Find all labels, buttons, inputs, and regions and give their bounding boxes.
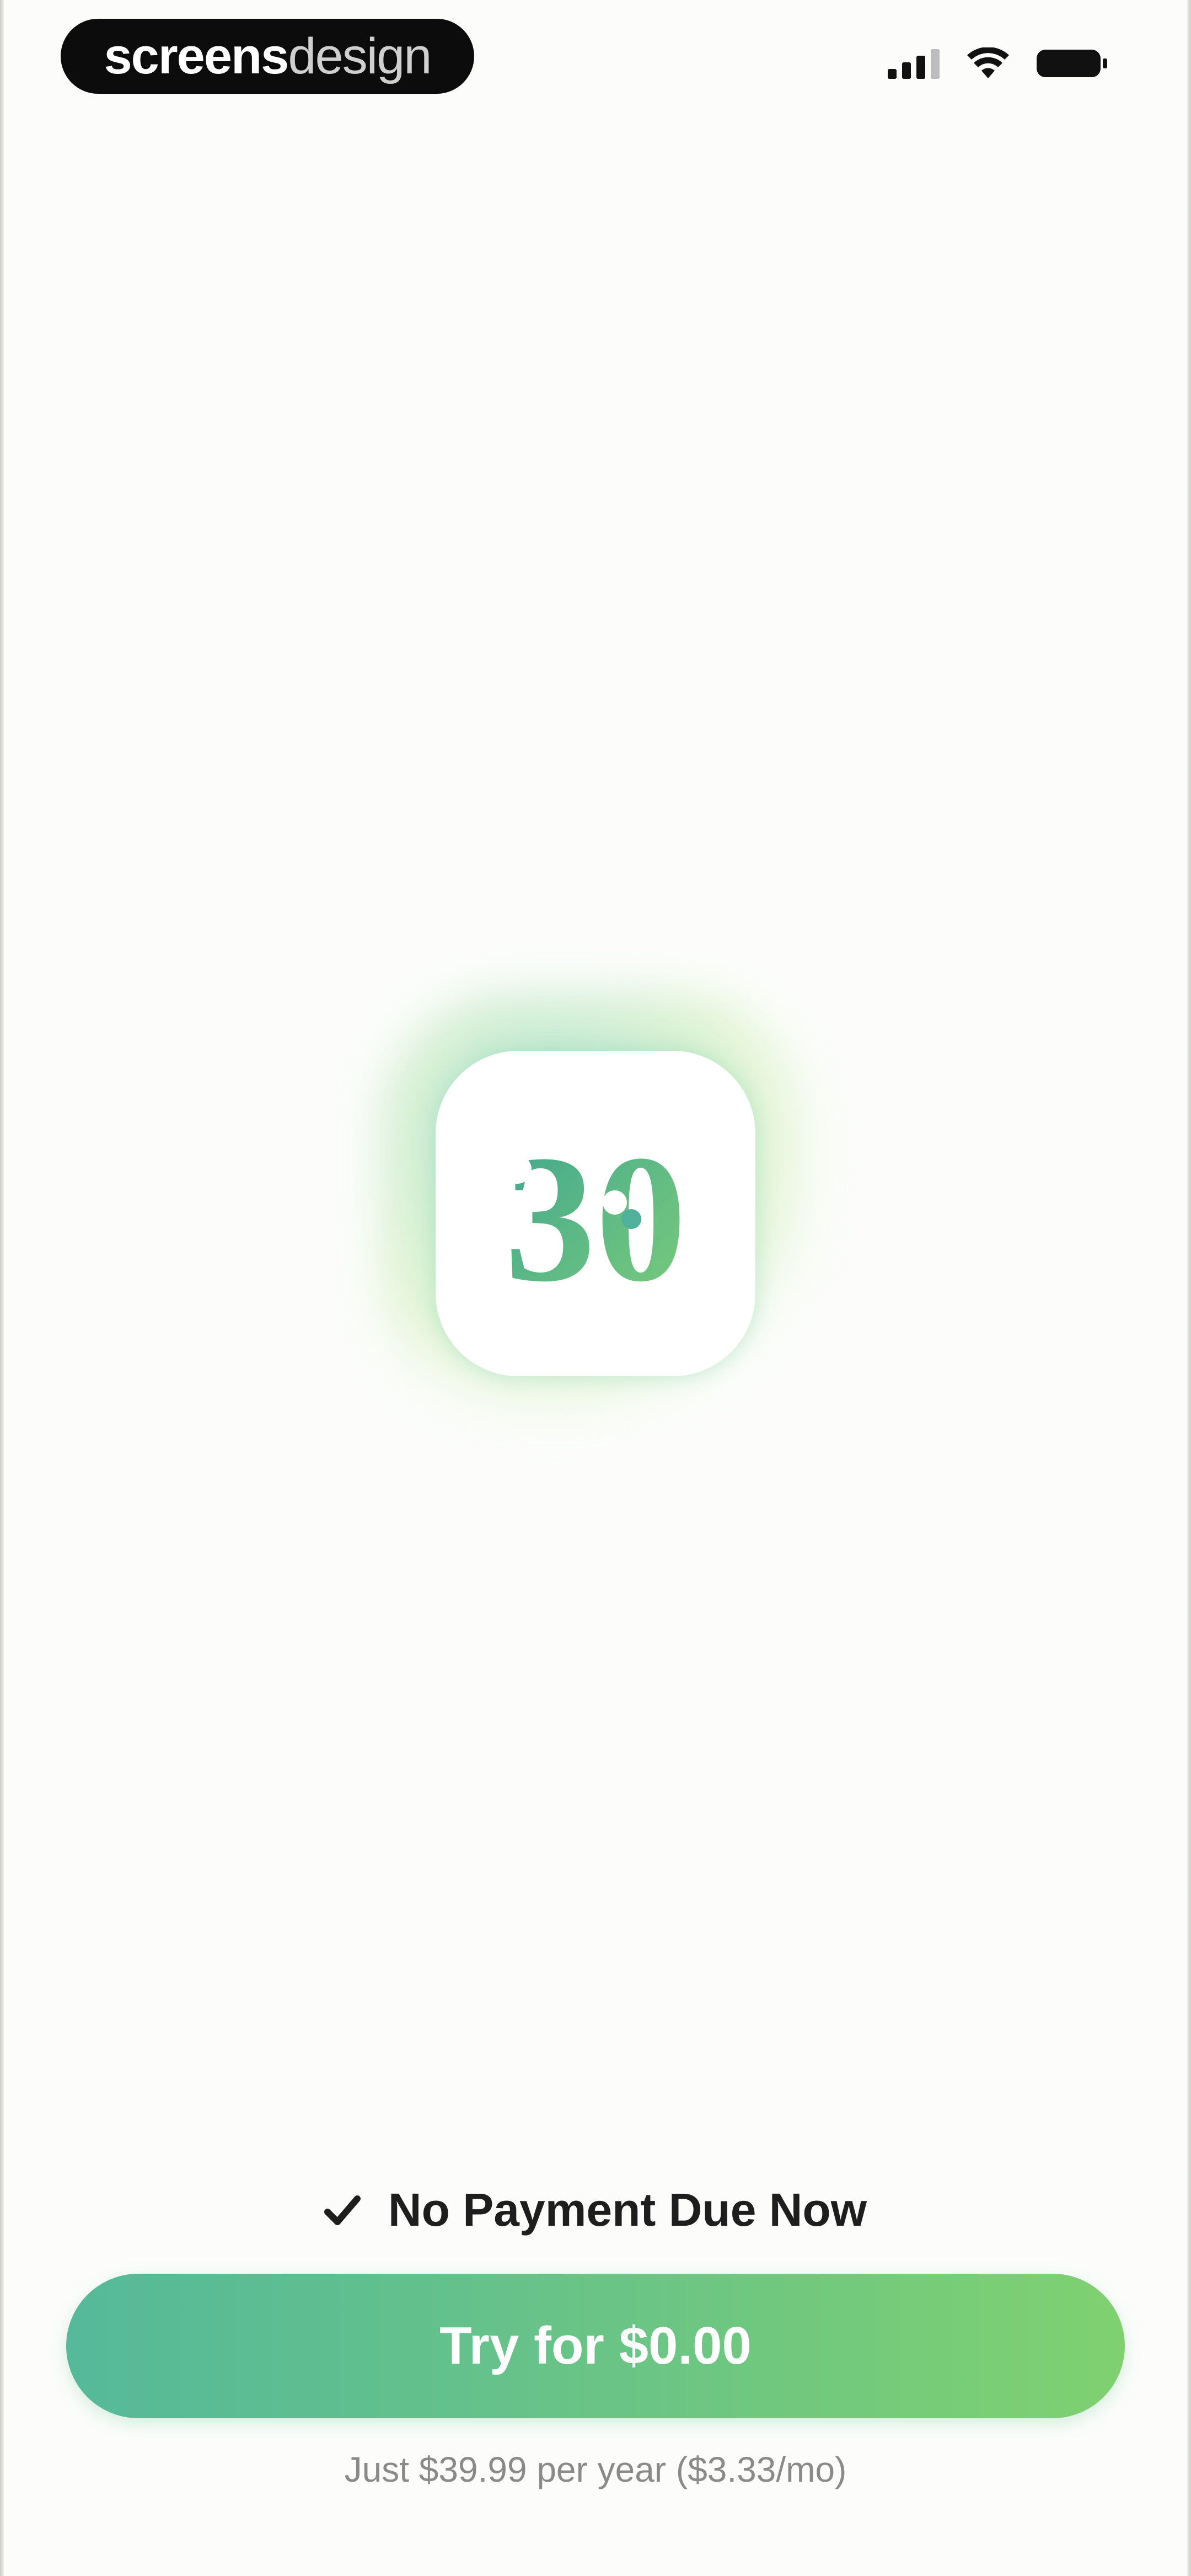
brand-bold-text: screens: [104, 28, 289, 84]
logo-dot-bottom: [503, 1216, 532, 1244]
app-logo-glyph: 30: [503, 1118, 686, 1313]
wifi-icon: [966, 47, 1010, 79]
paywall-screen: screens design 30 No Payment Due Now Try…: [0, 0, 1191, 2576]
brand-watermark: screens design: [61, 19, 474, 94]
cellular-signal-icon: [888, 48, 941, 79]
status-bar-icons: [888, 47, 1108, 79]
checkmark-icon: [324, 2194, 361, 2226]
battery-icon: [1036, 47, 1108, 79]
logo-dot-center: [603, 1190, 627, 1215]
app-logo-30-icon: 30: [436, 1051, 755, 1376]
no-payment-label: No Payment Due Now: [388, 2184, 867, 2236]
app-logo-text: 30: [505, 1118, 686, 1313]
no-payment-row: No Payment Due Now: [0, 2183, 1191, 2237]
logo-dot-top: [503, 1155, 532, 1184]
brand-light-text: design: [288, 28, 432, 84]
price-note: Just $39.99 per year ($3.33/mo): [344, 2450, 847, 2489]
try-free-button[interactable]: Try for $0.00: [66, 2274, 1125, 2418]
logo-dot-accent: [621, 1209, 641, 1229]
